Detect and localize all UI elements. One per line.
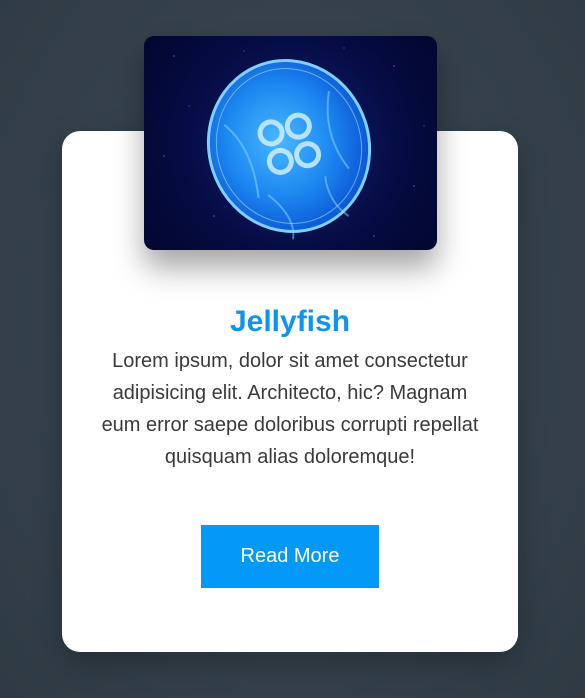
jellyfish-image	[144, 36, 437, 250]
card-description: Lorem ipsum, dolor sit amet consectetur …	[101, 350, 479, 468]
card-title: Jellyfish	[229, 305, 351, 338]
read-more-button[interactable]: Read More	[201, 525, 379, 588]
